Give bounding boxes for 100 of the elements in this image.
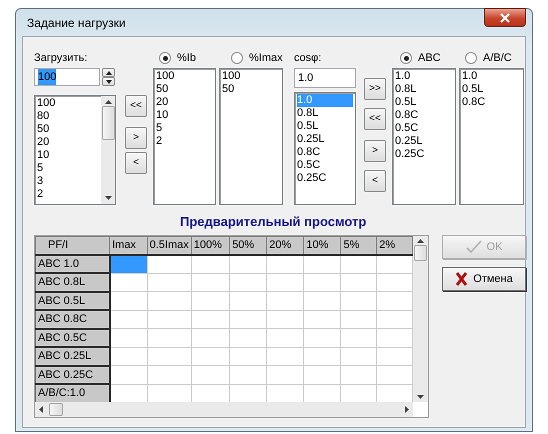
table-cell[interactable] xyxy=(110,328,148,347)
table-cell[interactable] xyxy=(304,366,341,384)
list-item[interactable]: 0.8L xyxy=(297,107,353,120)
scrollbar-thumb[interactable] xyxy=(414,245,427,261)
table-cell[interactable] xyxy=(110,292,148,310)
list-item[interactable]: 3 xyxy=(37,175,99,188)
table-cell[interactable] xyxy=(147,292,192,310)
list-item[interactable]: 10 xyxy=(156,109,213,122)
scrollbar-thumb[interactable] xyxy=(102,106,114,140)
table-cell[interactable] xyxy=(191,347,230,366)
cancel-button[interactable]: Отмена xyxy=(442,267,526,291)
table-cell[interactable] xyxy=(191,328,230,347)
table-cell[interactable] xyxy=(340,292,377,310)
list-item[interactable]: 50 xyxy=(156,83,213,96)
table-cell[interactable] xyxy=(304,328,341,347)
table-cell[interactable] xyxy=(340,310,377,328)
list-box[interactable]: 100 80 50 20 10 5 3 2 xyxy=(34,95,101,205)
list-item[interactable]: 5 xyxy=(156,122,213,135)
table-cell[interactable] xyxy=(304,292,341,310)
radio-button[interactable]: A/B/C xyxy=(465,50,524,66)
column-header[interactable]: 0.5Imax xyxy=(147,236,192,254)
list-item[interactable]: 2 xyxy=(37,188,99,201)
list-box[interactable]: 1.0 0.5L 0.8C xyxy=(459,68,524,205)
row-header[interactable]: ABC 0.8L xyxy=(36,273,110,292)
table-cell[interactable] xyxy=(191,292,230,310)
column-header[interactable]: 5% xyxy=(340,236,377,254)
column-header[interactable]: Imax xyxy=(110,236,148,254)
table-cell[interactable] xyxy=(110,310,148,328)
list-item[interactable]: 0.8C xyxy=(297,146,353,159)
list-item[interactable]: 0.5L xyxy=(462,83,521,96)
list-item[interactable]: 0.25C xyxy=(297,172,353,185)
table-cell[interactable] xyxy=(147,328,192,347)
list-item[interactable]: 0.25L xyxy=(395,135,453,148)
transfer-button[interactable]: < xyxy=(125,152,147,174)
table-cell[interactable] xyxy=(230,273,267,292)
row-header[interactable]: A/B/C:1.0 xyxy=(36,384,110,402)
table-cell[interactable] xyxy=(340,347,377,366)
table-cell[interactable] xyxy=(266,328,304,347)
transfer-button[interactable]: > xyxy=(125,127,147,149)
table-cell[interactable] xyxy=(147,254,192,273)
list-item[interactable]: 0.5C xyxy=(395,122,453,135)
table-cell[interactable] xyxy=(266,292,304,310)
table-cell[interactable] xyxy=(147,366,192,384)
list-item[interactable]: 0.8C xyxy=(462,96,521,109)
load-field[interactable]: 100 xyxy=(34,68,100,86)
list-box[interactable]: 1.0 0.8L 0.5L 0.8C 0.5C 0.25L 0.25C xyxy=(392,68,456,205)
transfer-button[interactable]: >> xyxy=(364,78,386,100)
table-cell[interactable] xyxy=(230,328,267,347)
list-item[interactable]: 50 xyxy=(222,83,280,96)
list-box[interactable]: 100 50 20 10 5 2 xyxy=(153,68,216,205)
table-cell[interactable] xyxy=(147,310,192,328)
spin-up-button[interactable] xyxy=(102,68,115,77)
table-cell[interactable] xyxy=(266,310,304,328)
column-header[interactable]: 20% xyxy=(266,236,304,254)
table-cell[interactable] xyxy=(230,292,267,310)
column-header[interactable]: 100% xyxy=(191,236,230,254)
table-cell[interactable] xyxy=(110,347,148,366)
list-box[interactable]: 1.0 0.8L 0.5L 0.25L 0.8C 0.5C 0.25C xyxy=(294,92,356,205)
spin-down-button[interactable] xyxy=(102,77,115,86)
horizontal-scrollbar[interactable] xyxy=(35,402,413,417)
list-item[interactable]: 100 xyxy=(37,97,99,110)
cos-field[interactable]: 1.0 xyxy=(294,68,356,88)
vertical-scrollbar[interactable] xyxy=(101,95,116,205)
table-cell[interactable] xyxy=(191,366,230,384)
table-cell[interactable] xyxy=(340,254,377,273)
scrollbar-thumb[interactable] xyxy=(49,403,63,416)
table-cell[interactable] xyxy=(340,366,377,384)
transfer-button[interactable]: > xyxy=(364,140,386,162)
list-item[interactable]: 1.0 xyxy=(462,70,521,83)
list-item[interactable]: 20 xyxy=(37,136,99,149)
list-item[interactable]: 0.25C xyxy=(395,148,453,161)
column-header[interactable]: 50% xyxy=(230,236,267,254)
transfer-button[interactable]: < xyxy=(364,170,386,192)
list-item[interactable]: 20 xyxy=(156,96,213,109)
table-cell[interactable] xyxy=(230,254,267,273)
list-item[interactable]: 100 xyxy=(222,70,280,83)
radio-button[interactable]: %Ib xyxy=(159,50,216,66)
row-header[interactable]: ABC 0.25L xyxy=(36,347,110,366)
table-cell[interactable] xyxy=(266,347,304,366)
transfer-button[interactable]: << xyxy=(364,108,386,130)
table-cell[interactable] xyxy=(266,254,304,273)
table-cell[interactable] xyxy=(304,254,341,273)
column-header[interactable]: 10% xyxy=(304,236,341,254)
list-item[interactable]: 1.0 xyxy=(395,70,453,83)
list-item[interactable]: 0.5C xyxy=(297,159,353,172)
radio-button[interactable]: %Imax xyxy=(231,50,283,66)
list-item[interactable]: 50 xyxy=(37,123,99,136)
table-cell[interactable] xyxy=(340,273,377,292)
table-cell[interactable] xyxy=(191,254,230,273)
table-cell[interactable] xyxy=(304,273,341,292)
column-header[interactable]: 2% xyxy=(376,236,412,254)
table-cell[interactable] xyxy=(266,366,304,384)
list-item[interactable]: 0.8C xyxy=(395,109,453,122)
radio-button[interactable]: ABC xyxy=(400,50,456,66)
table-cell[interactable] xyxy=(147,273,192,292)
list-item[interactable]: 80 xyxy=(37,110,99,123)
table-cell[interactable] xyxy=(304,347,341,366)
list-item[interactable]: 0.25L xyxy=(297,133,353,146)
list-item[interactable]: 0.5L xyxy=(395,96,453,109)
list-item[interactable]: 2 xyxy=(156,135,213,148)
